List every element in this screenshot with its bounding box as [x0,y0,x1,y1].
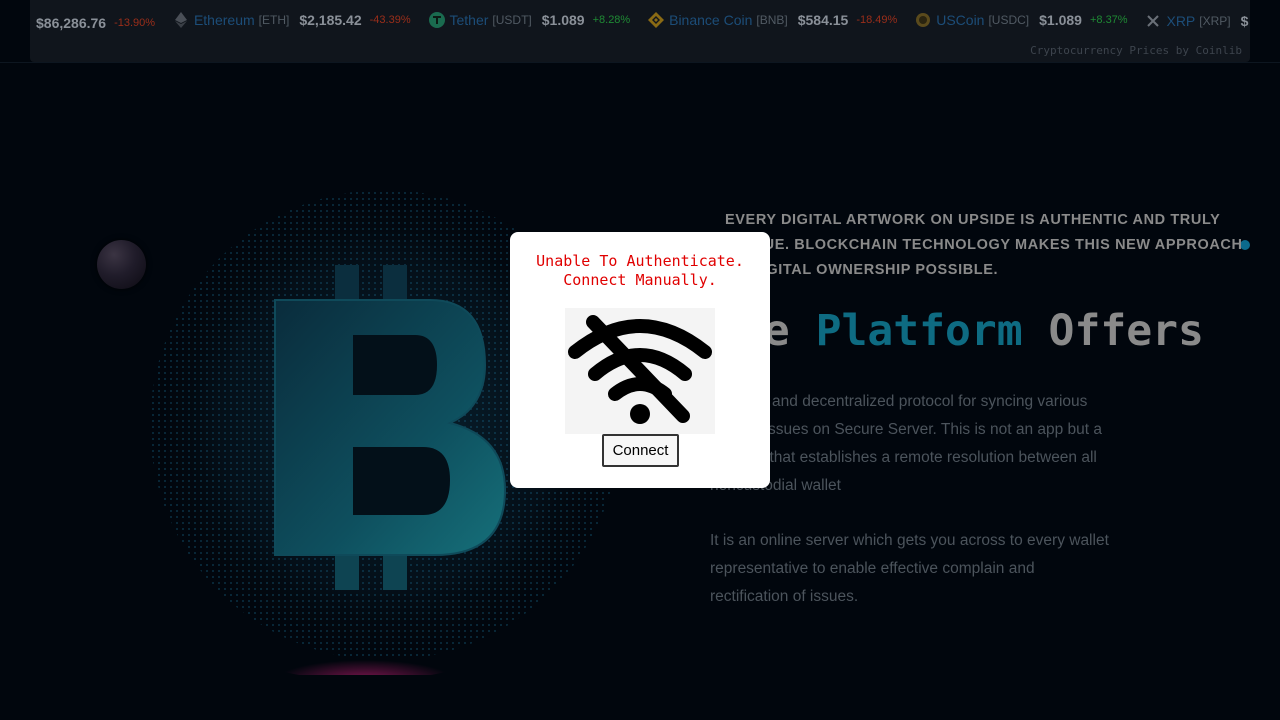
page: $86,286.76 -13.90% Ethereum [ETH] $2,185… [0,0,1280,720]
wifi-off-icon [565,308,715,434]
connect-button[interactable]: Connect [602,434,679,467]
modal-message: Unable To Authenticate. Connect Manually… [510,252,770,290]
modal-message-line-1: Unable To Authenticate. [536,252,744,270]
auth-error-modal: Unable To Authenticate. Connect Manually… [510,232,770,488]
modal-message-line-2: Connect Manually. [563,271,717,289]
